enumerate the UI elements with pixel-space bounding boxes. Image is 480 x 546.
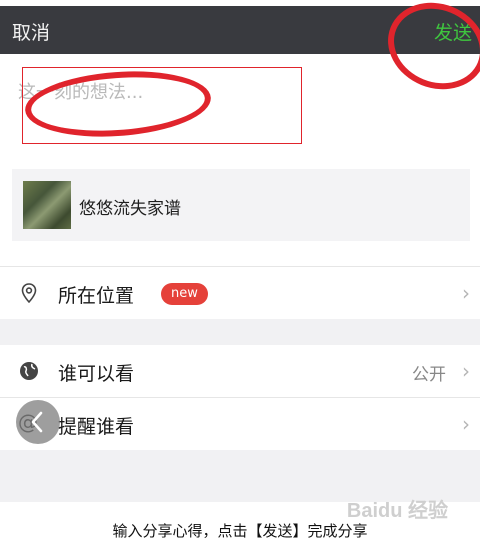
chevron-right-icon: › (462, 412, 470, 436)
new-badge: new (161, 283, 208, 305)
caption: 输入分享心得，点击【发送】完成分享 (112, 522, 368, 540)
visibility-label: 谁可以看 (58, 363, 135, 385)
visibility-value: 公开 (412, 365, 446, 385)
location-label: 所在位置 (58, 285, 135, 307)
watermark: Baidu 经验 (346, 500, 448, 522)
section-gap (0, 319, 480, 345)
shared-link-thumbnail (23, 181, 71, 229)
floating-back-button[interactable] (16, 400, 60, 444)
visibility-row[interactable]: 谁可以看 公开 › (0, 345, 480, 397)
location-pin-icon (21, 283, 37, 304)
chevron-right-icon: › (462, 359, 470, 383)
cancel-button[interactable]: 取消 (12, 18, 50, 45)
shared-link-card[interactable]: 悠悠流失家谱 (12, 169, 470, 241)
chevron-right-icon: › (462, 281, 470, 305)
shared-link-title: 悠悠流失家谱 (79, 199, 181, 219)
chevron-left-icon (31, 411, 43, 433)
globe-icon (20, 362, 38, 380)
remind-row[interactable]: @ 提醒谁看 › (0, 398, 480, 450)
location-row[interactable]: 所在位置 › (0, 267, 480, 319)
remind-label: 提醒谁看 (58, 416, 135, 438)
